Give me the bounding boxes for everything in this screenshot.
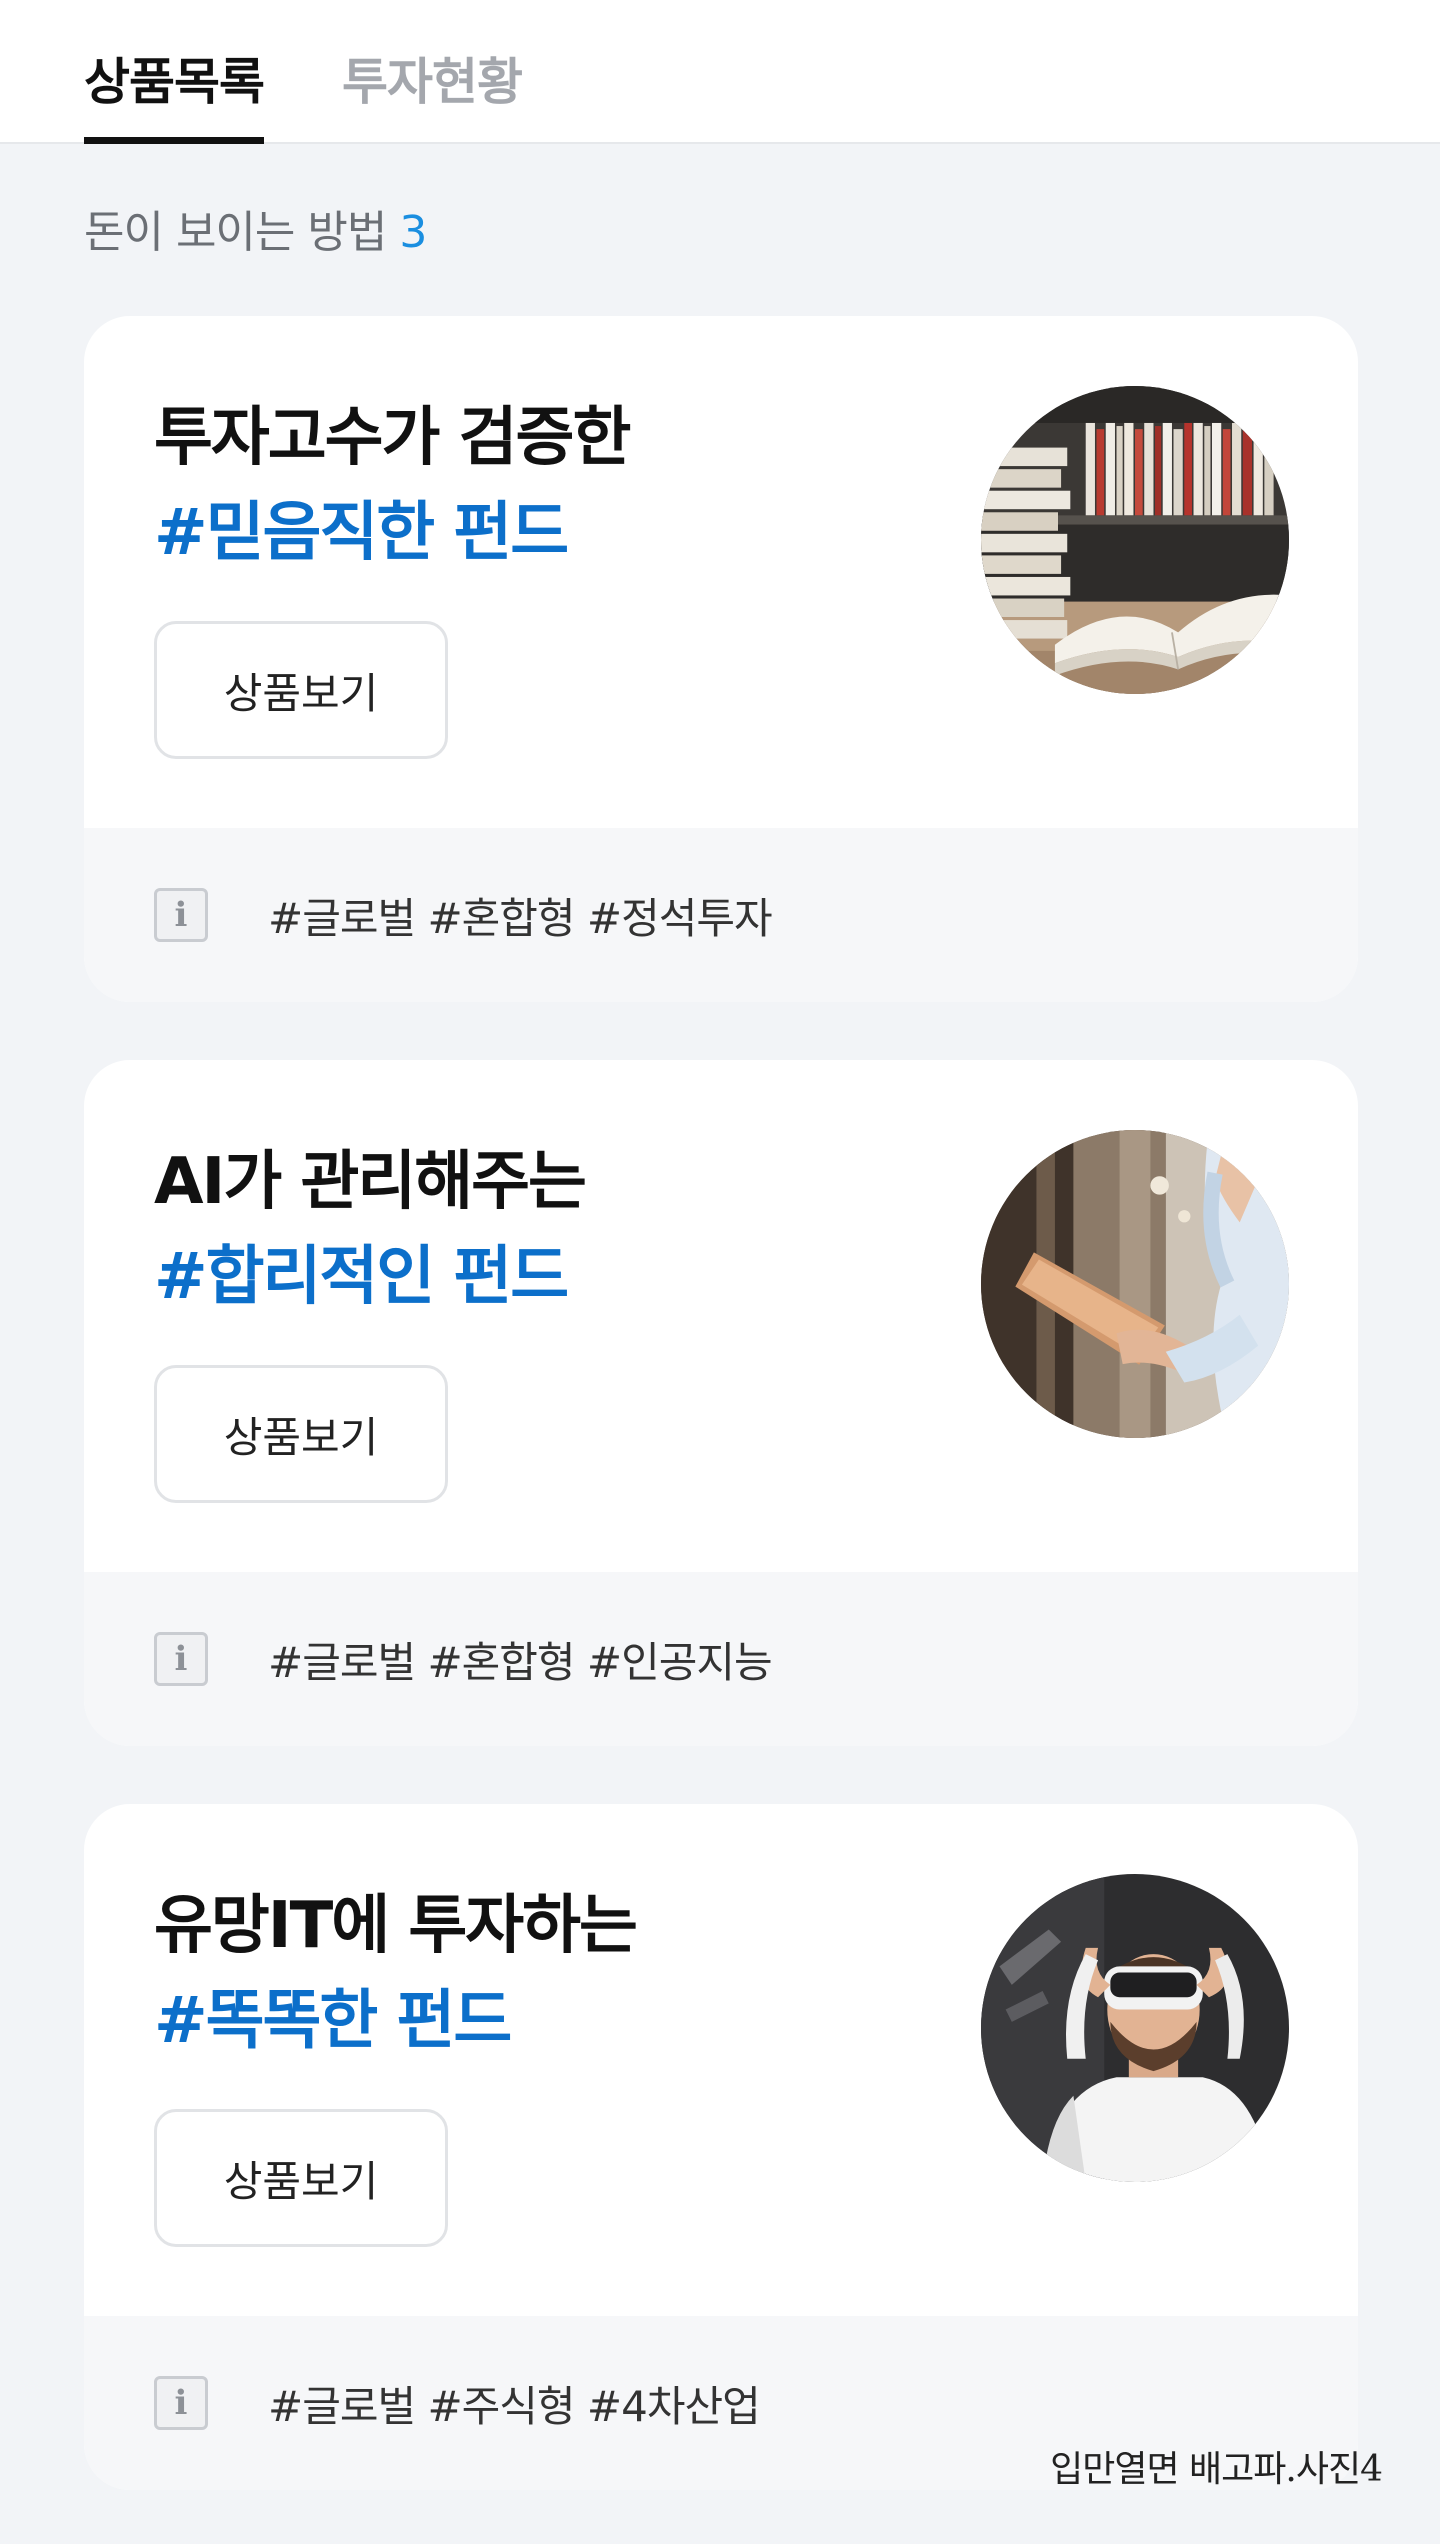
- section-count: 3: [399, 207, 427, 258]
- info-icon: i: [154, 1632, 208, 1686]
- fund-card: AI가 관리해주는 #합리적인 펀드 상품보기 i #글로벌 #혼합형 #인공지…: [84, 1060, 1358, 1746]
- fund-card-title: 유망IT에 투자하는: [154, 1889, 638, 1963]
- tab-product-list[interactable]: 상품목록: [84, 42, 265, 144]
- tablet-photo: [981, 1130, 1289, 1438]
- books-photo: [981, 386, 1289, 694]
- view-product-button[interactable]: 상품보기: [154, 1365, 448, 1503]
- fund-card-footer: i #글로벌 #혼합형 #인공지능: [84, 1572, 1358, 1746]
- fund-tags: #글로벌 #주식형 #4차산업: [268, 2381, 761, 2431]
- info-icon: i: [154, 888, 208, 942]
- fund-card-hashtag-title: #믿음직한 펀드: [154, 496, 569, 570]
- fund-card-title: 투자고수가 검증한: [154, 401, 631, 475]
- fund-card-footer: i #글로벌 #혼합형 #정석투자: [84, 828, 1358, 1002]
- fund-card-hashtag-title: #똑똑한 펀드: [154, 1984, 512, 2058]
- fund-tags: #글로벌 #혼합형 #인공지능: [268, 1637, 773, 1687]
- fund-card: 투자고수가 검증한 #믿음직한 펀드 상품보기 i #글로벌 #혼합형 #정석투…: [84, 316, 1358, 1002]
- section-title-text: 돈이 보이는 방법: [84, 207, 387, 258]
- watermark: 입만열면 배고파.사진4: [1050, 2449, 1383, 2490]
- tab-investment-status[interactable]: 투자현황: [342, 42, 523, 142]
- view-product-button[interactable]: 상품보기: [154, 2109, 448, 2247]
- section-title: 돈이 보이는 방법 3: [84, 196, 427, 260]
- fund-card: 유망IT에 투자하는 #똑똑한 펀드 상품보기 i #글로벌 #주식형 #4차산…: [84, 1804, 1358, 2490]
- view-product-button[interactable]: 상품보기: [154, 621, 448, 759]
- fund-card-hashtag-title: #합리적인 펀드: [154, 1240, 569, 1314]
- info-icon: i: [154, 2376, 208, 2430]
- fund-tags: #글로벌 #혼합형 #정석투자: [268, 893, 773, 943]
- tab-bar: 상품목록 투자현황: [0, 0, 1440, 144]
- vr-headset-photo: [981, 1874, 1289, 2182]
- fund-card-title: AI가 관리해주는: [154, 1145, 587, 1219]
